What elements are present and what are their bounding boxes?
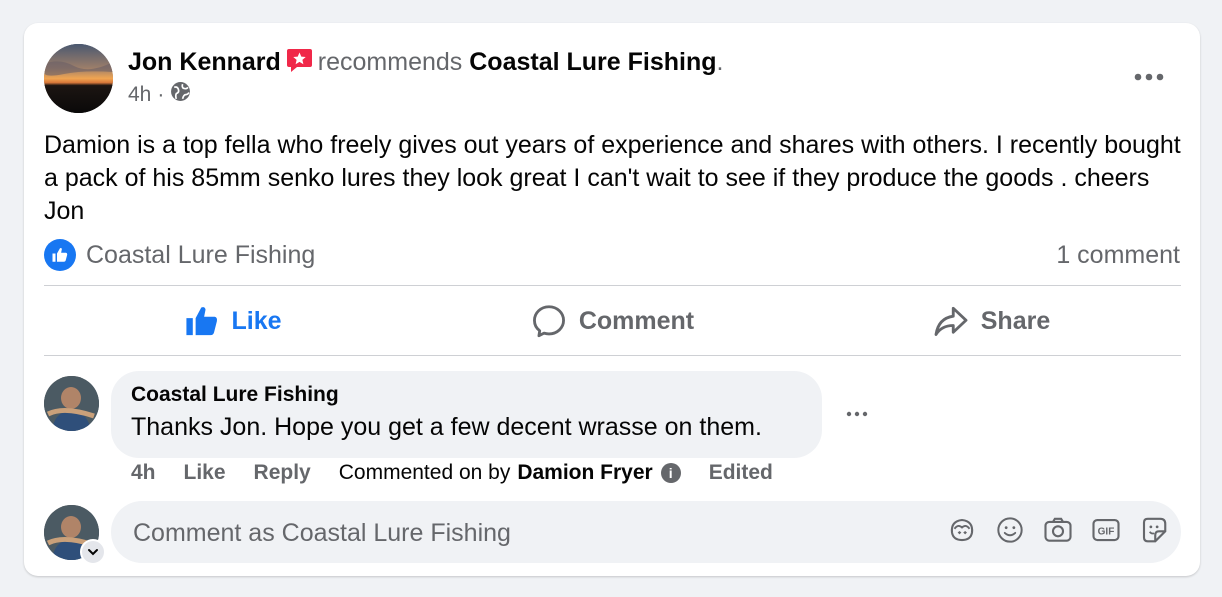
action-bar: Like Comment Share xyxy=(44,287,1181,355)
reaction-label: Coastal Lure Fishing xyxy=(86,240,316,269)
commenter-avatar[interactable] xyxy=(44,376,99,431)
commented-on-by-label: Commented on by xyxy=(338,461,511,484)
divider xyxy=(44,285,1181,286)
svg-text:GIF: GIF xyxy=(1098,526,1115,537)
comment-count[interactable]: 1 comment xyxy=(1056,239,1180,271)
meta-separator: · xyxy=(157,82,165,106)
author-avatar[interactable] xyxy=(44,44,113,113)
divider xyxy=(44,355,1181,356)
post-card: Jon Kennard recommends Coastal Lure Fishi… xyxy=(24,23,1200,576)
like-label: Like xyxy=(231,306,282,335)
post-header: Jon Kennard recommends Coastal Lure Fishi… xyxy=(128,47,723,77)
post-body: Damion is a top fella who freely gives o… xyxy=(44,131,1181,225)
post-time[interactable]: 4h xyxy=(128,83,151,107)
comment-input[interactable] xyxy=(131,501,915,565)
comment-text: Thanks Jon. Hope you get a few decent wr… xyxy=(131,413,762,441)
globe-icon xyxy=(170,81,191,108)
comment-author[interactable]: Coastal Lure Fishing xyxy=(131,383,339,407)
like-reaction-icon xyxy=(44,239,76,271)
comment-bubble: Coastal Lure Fishing Thanks Jon. Hope yo… xyxy=(111,371,822,458)
comment-bubble-icon xyxy=(532,305,565,338)
info-icon[interactable]: i xyxy=(660,463,681,483)
sticker-icon[interactable] xyxy=(1139,515,1169,545)
recommends-label: recommends xyxy=(317,48,463,76)
commented-by-name[interactable]: Damion Fryer xyxy=(517,461,652,485)
camera-icon[interactable] xyxy=(1043,515,1073,545)
more-horizontal-icon xyxy=(1134,73,1164,81)
comment-meta: 4h Like Reply Commented on by Damion Fry… xyxy=(131,461,773,485)
comment-time[interactable]: 4h xyxy=(131,461,156,485)
recommended-page-link[interactable]: Coastal Lure Fishing xyxy=(469,48,716,76)
edited-label[interactable]: Edited xyxy=(709,461,773,485)
comment-like-link[interactable]: Like xyxy=(184,461,226,485)
reaction-summary[interactable]: Coastal Lure Fishing xyxy=(44,239,315,271)
like-button[interactable]: Like xyxy=(44,287,423,355)
profile-switch-chevron-icon[interactable] xyxy=(80,539,106,565)
more-horizontal-icon xyxy=(846,411,868,417)
avatar-sticker-icon[interactable] xyxy=(947,515,977,545)
thumbs-up-icon xyxy=(186,307,218,336)
comment-more-options-button[interactable] xyxy=(839,403,875,425)
author-name[interactable]: Jon Kennard xyxy=(128,48,281,76)
recommendation-star-icon xyxy=(286,47,313,74)
share-button[interactable]: Share xyxy=(802,287,1181,355)
comment-reply-link[interactable]: Reply xyxy=(254,461,311,485)
composer-tools: GIF xyxy=(947,515,1169,545)
post-meta: 4h · xyxy=(128,81,191,108)
share-label: Share xyxy=(980,306,1051,335)
comment-label: Comment xyxy=(578,306,695,335)
emoji-icon[interactable] xyxy=(995,515,1025,545)
comment-button[interactable]: Comment xyxy=(423,287,802,355)
gif-icon[interactable]: GIF xyxy=(1091,515,1121,545)
post-more-options-button[interactable] xyxy=(1129,65,1169,89)
header-period: . xyxy=(716,48,724,76)
comment-composer: GIF xyxy=(111,501,1181,565)
share-arrow-icon xyxy=(934,306,968,336)
